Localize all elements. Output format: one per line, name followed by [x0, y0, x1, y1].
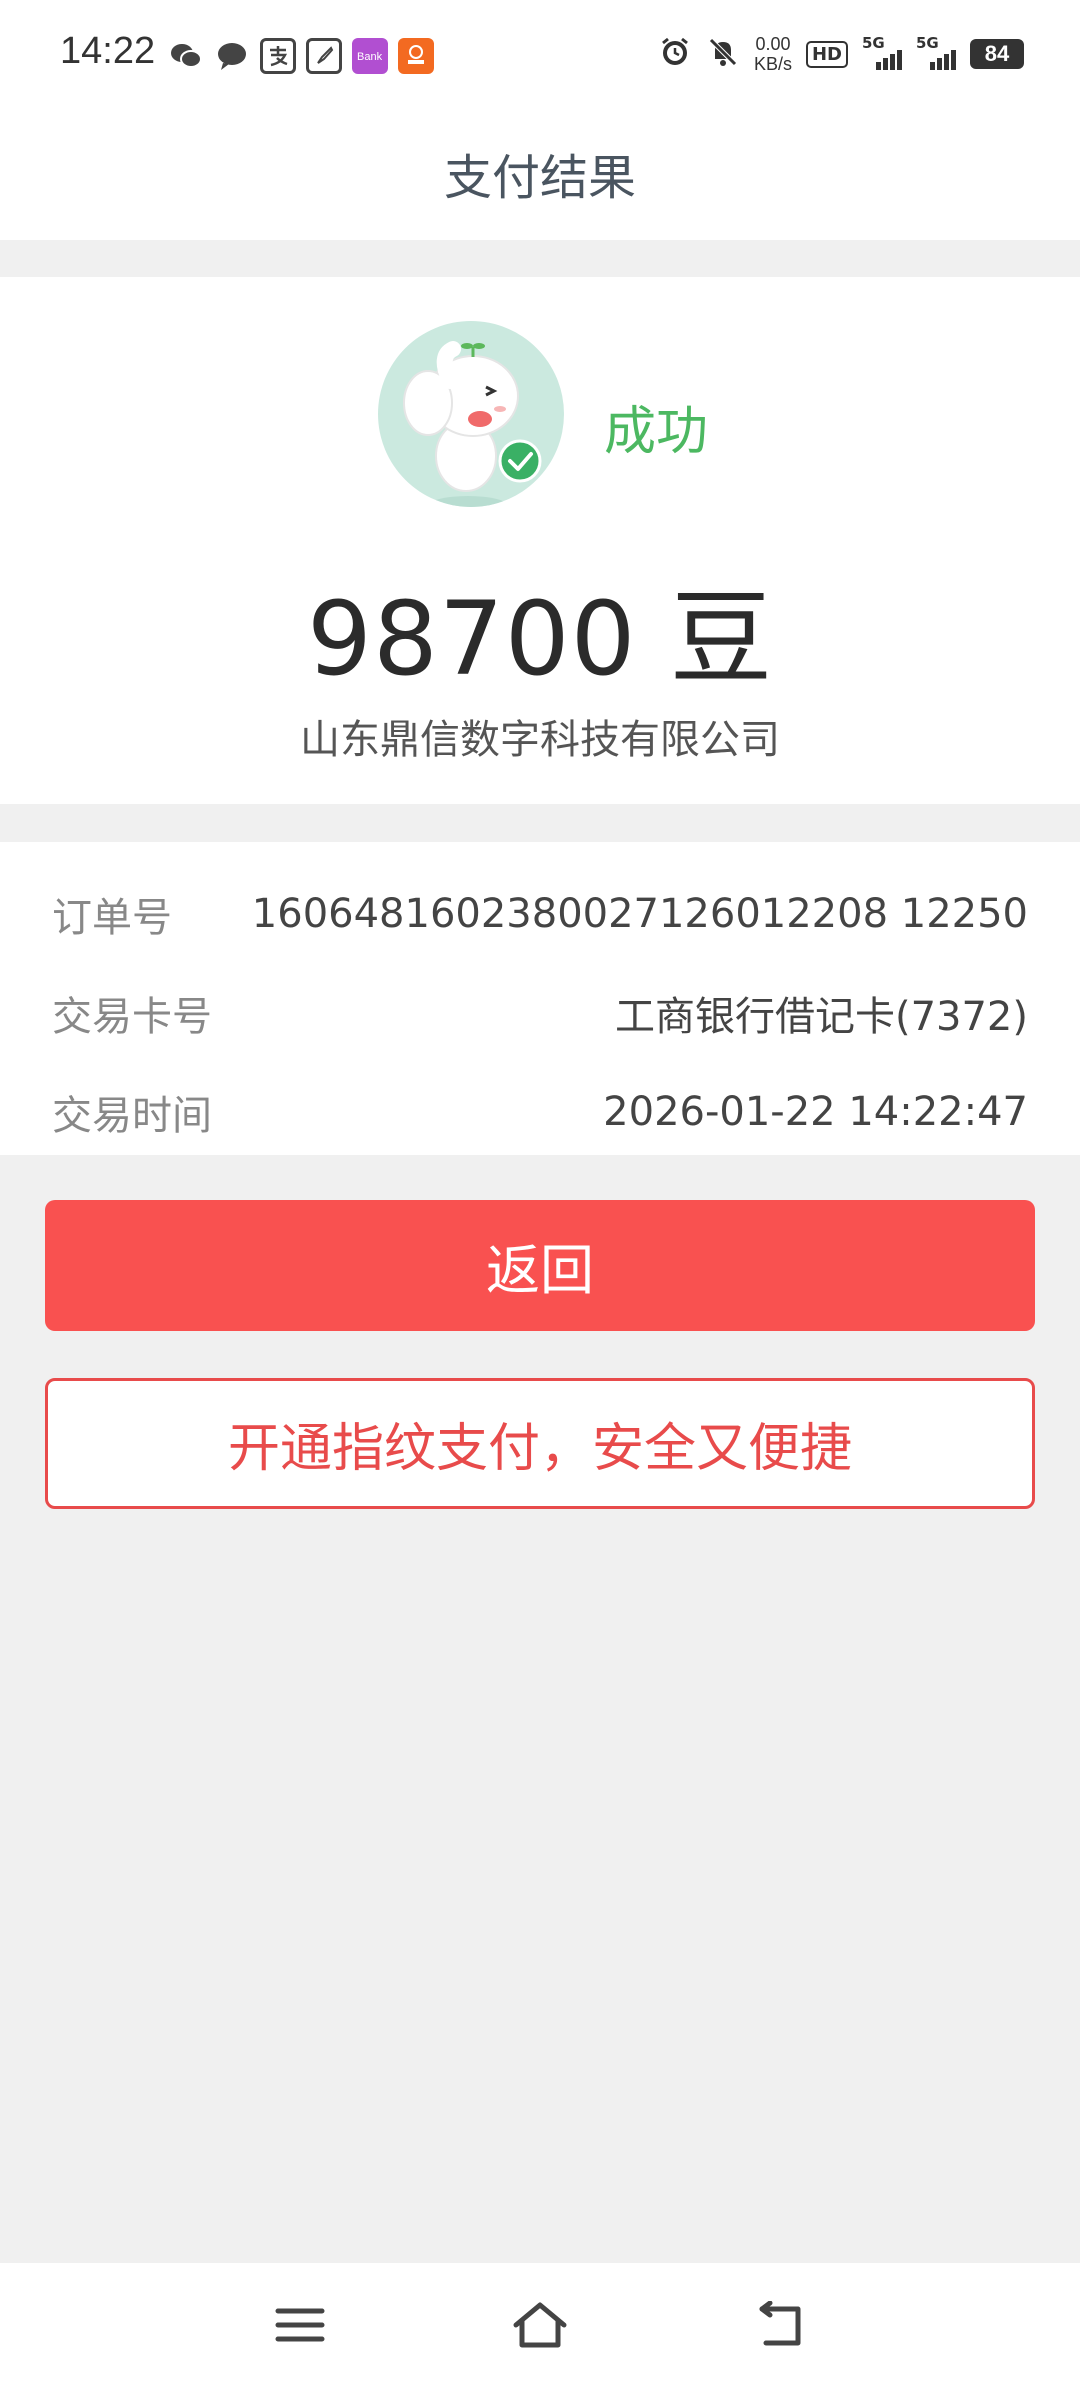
- page-header: 支付结果: [0, 112, 1080, 240]
- card-number-label: 交易卡号: [52, 994, 212, 1040]
- signal-1-icon: 5G: [862, 34, 902, 70]
- detail-row-transaction-time: 交易时间 2026-01-22 14:22:47: [52, 1082, 1028, 1142]
- signal-2-icon: 5G: [916, 34, 956, 70]
- result-card: 成功 98700 豆 山东鼎信数字科技有限公司: [0, 277, 1080, 804]
- net-speed-value: 0.00: [755, 34, 791, 54]
- menu-icon[interactable]: [268, 2293, 332, 2357]
- svg-text:Bank: Bank: [357, 51, 383, 63]
- compass-icon: [306, 38, 342, 74]
- status-right-icons: 0.00 KB/s HD 5G 5G 84: [658, 34, 1024, 74]
- hd-badge: HD: [805, 40, 848, 68]
- back-icon[interactable]: [748, 2293, 812, 2357]
- transaction-details: 订单号 1606481602380027126012208 12250 交易卡号…: [0, 842, 1080, 1155]
- alipay-icon: [260, 38, 296, 74]
- status-bar: 14:22 Bank 0.00 KB/s HD 5G 5G 84: [0, 0, 1080, 112]
- wechat-icon: [168, 38, 204, 74]
- signal-1-label: 5G: [862, 34, 885, 52]
- merchant-name: 山东鼎信数字科技有限公司: [300, 717, 780, 763]
- page-title: 支付结果: [443, 150, 636, 206]
- order-number-label: 订单号: [52, 895, 172, 941]
- transaction-time-label: 交易时间: [52, 1093, 212, 1139]
- mute-icon: [706, 35, 740, 73]
- message-icon: [214, 38, 250, 74]
- payment-result-screen: 14:22 Bank 0.00 KB/s HD 5G 5G 84 支付结果 成功…: [0, 0, 1080, 2388]
- detail-row-order-number: 订单号 1606481602380027126012208 12250: [52, 884, 1028, 944]
- order-number-value: 1606481602380027126012208 12250: [251, 891, 1028, 937]
- alarm-icon: [658, 35, 692, 73]
- enable-fingerprint-pay-button[interactable]: 开通指纹支付，安全又便捷: [45, 1378, 1035, 1509]
- status-time: 14:22: [60, 30, 156, 72]
- notification-icons: Bank: [168, 38, 434, 74]
- transaction-time-value: 2026-01-22 14:22:47: [603, 1089, 1028, 1135]
- signal-2-label: 5G: [916, 34, 939, 52]
- system-nav-bar: [0, 2263, 1080, 2388]
- card-number-value: 工商银行借记卡(7372): [614, 994, 1028, 1040]
- battery-indicator: 84: [970, 39, 1024, 69]
- payment-amount: 98700 豆: [307, 580, 773, 699]
- net-speed: 0.00 KB/s: [754, 34, 792, 74]
- orange-app-icon: [398, 38, 434, 74]
- home-icon[interactable]: [508, 2293, 572, 2357]
- elephant-mascot-icon: [378, 321, 564, 507]
- net-speed-unit: KB/s: [753, 54, 792, 74]
- detail-row-card-number: 交易卡号 工商银行借记卡(7372): [52, 983, 1028, 1043]
- payment-status: 成功: [604, 402, 709, 462]
- bank-app-icon: Bank: [352, 38, 388, 74]
- back-button[interactable]: 返回: [45, 1200, 1035, 1331]
